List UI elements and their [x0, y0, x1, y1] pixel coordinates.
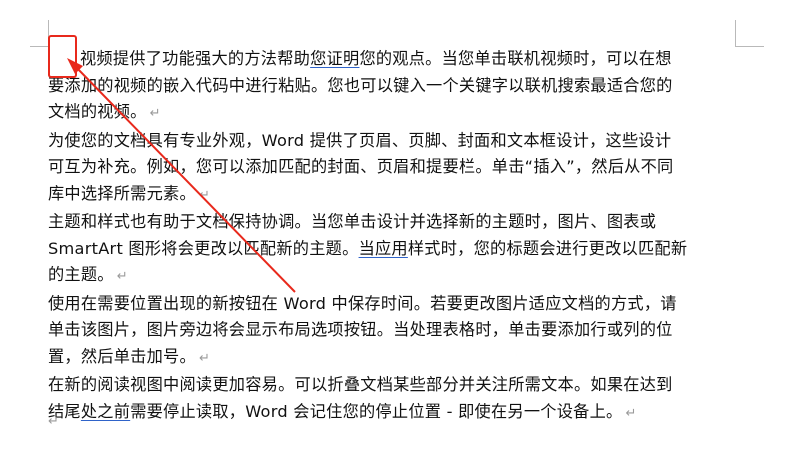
annotation-arrow: [67, 58, 296, 293]
